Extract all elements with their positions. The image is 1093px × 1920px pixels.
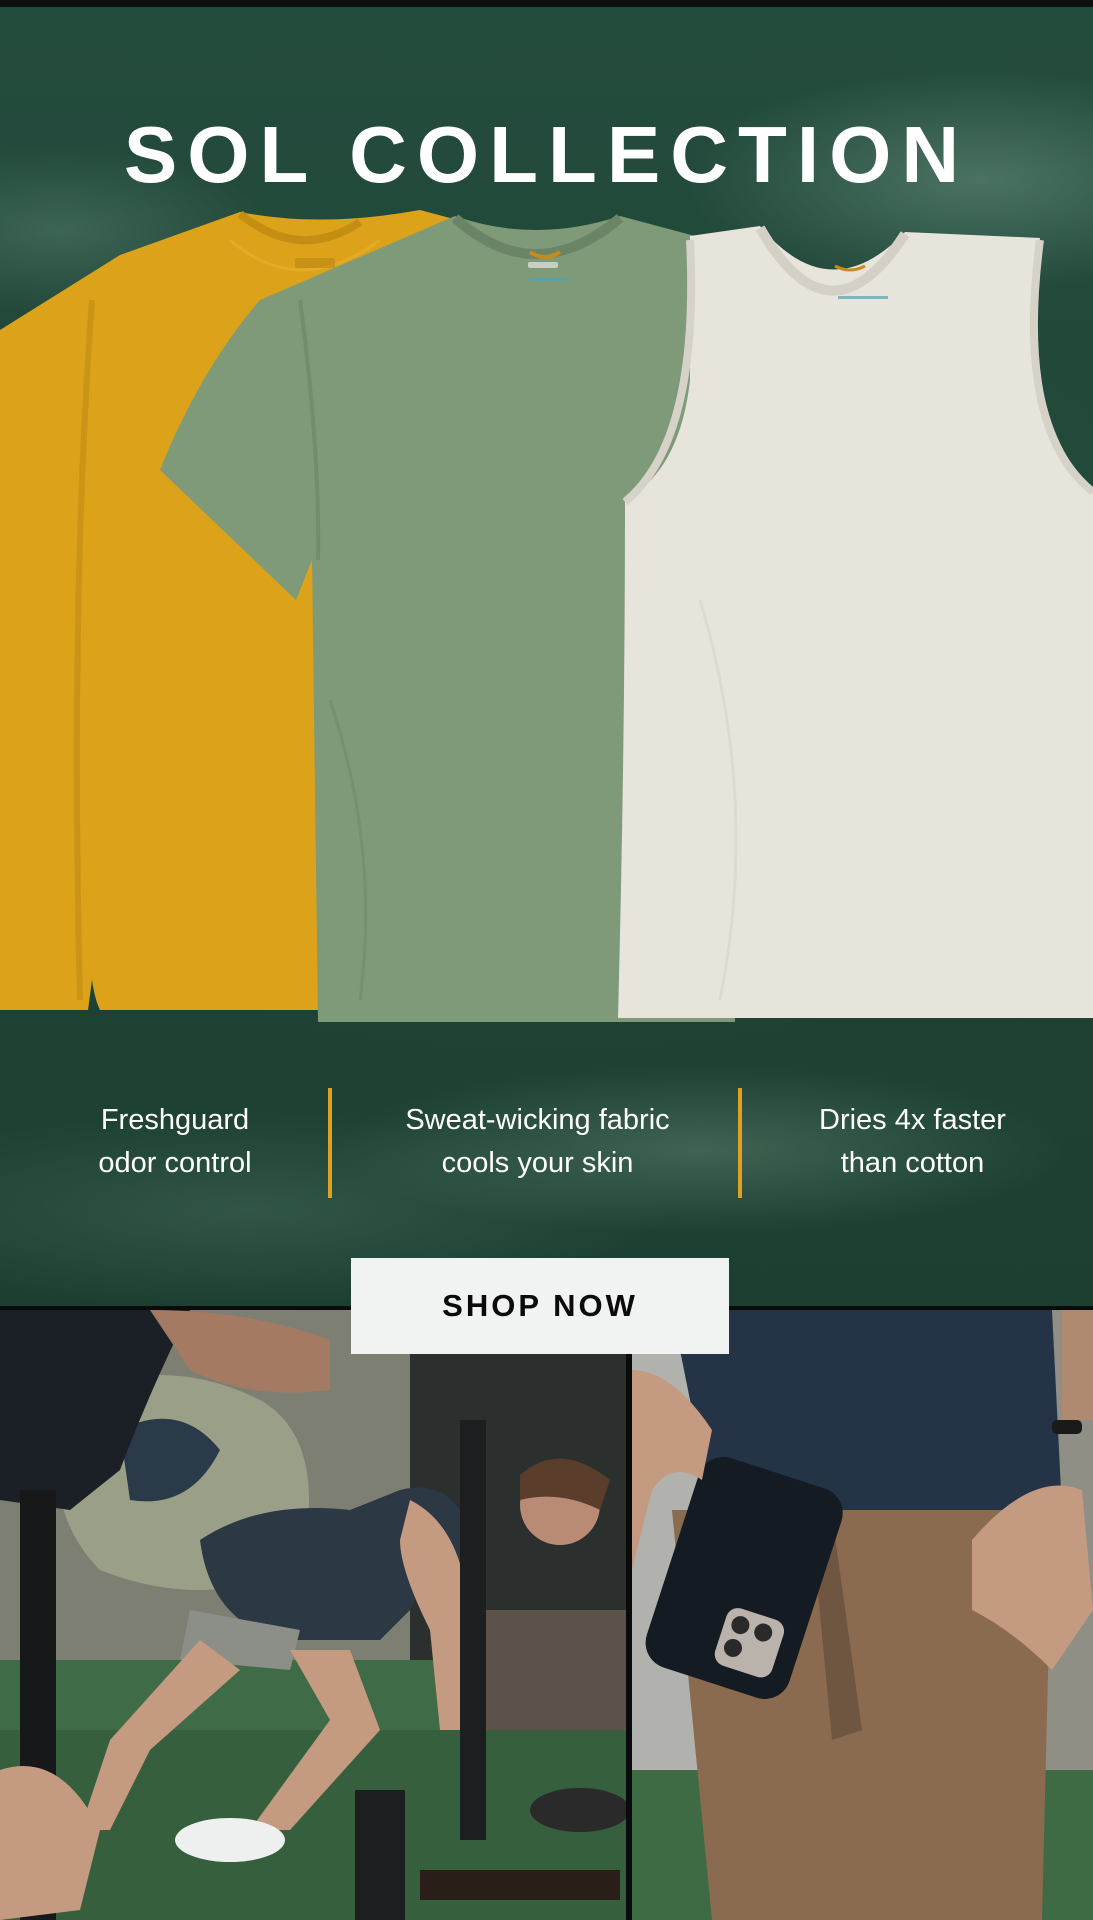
feature-line: odor control <box>98 1147 252 1179</box>
hero-section: SOL COLLECTION Freshguard odor control S… <box>0 0 1093 1306</box>
feature-line: Sweat-wicking fabric <box>405 1104 670 1136</box>
feature-line: than cotton <box>840 1147 985 1179</box>
feature-list: Freshguard odor control Sweat-wicking fa… <box>0 1086 1093 1198</box>
feature-line: cools your skin <box>441 1147 634 1179</box>
feature-quick-dry: Dries 4x faster than cotton <box>750 1086 1075 1198</box>
feature-line: Dries 4x faster <box>819 1104 1006 1136</box>
tank-top-image[interactable] <box>618 225 1093 1018</box>
phone-pocket-photo <box>632 1310 1093 1920</box>
feature-odor-control: Freshguard odor control <box>20 1086 330 1198</box>
feature-line: Freshguard <box>100 1104 250 1136</box>
feature-sweat-wicking: Sweat-wicking fabric cools your skin <box>340 1086 735 1198</box>
lifestyle-photos <box>0 1306 1093 1920</box>
feature-divider <box>328 1088 332 1198</box>
shop-now-button[interactable]: SHOP NOW <box>351 1258 729 1354</box>
athlete-sled-photo <box>0 1310 626 1920</box>
feature-divider <box>738 1088 742 1198</box>
